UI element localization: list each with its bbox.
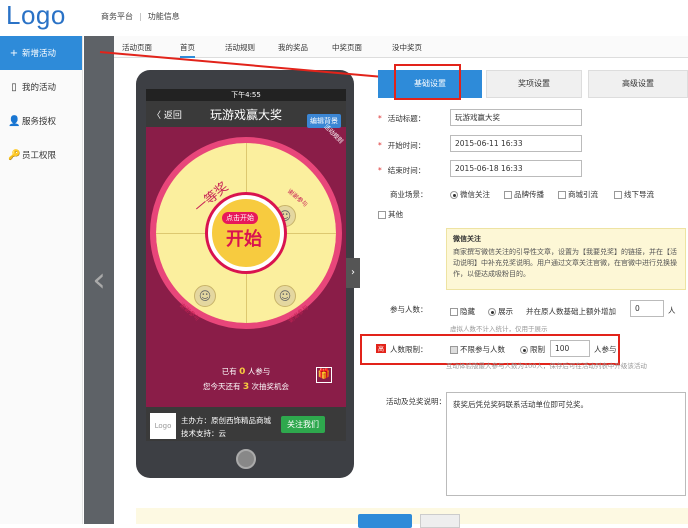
option-label: 微信关注 xyxy=(460,190,490,199)
limit-unit: 人参与 xyxy=(594,345,617,354)
option-label: 隐藏 xyxy=(460,307,475,316)
start-time-label: * 开始时间： xyxy=(378,141,426,150)
tab-prize-settings[interactable]: 奖项设置 xyxy=(486,70,582,98)
unlimited-option[interactable]: 不限参与人数 xyxy=(450,344,505,355)
option-label: 其他 xyxy=(388,210,403,219)
title-label-text: 活动标题： xyxy=(387,114,426,123)
scene-label: 商业场景： xyxy=(390,190,428,199)
participants-show-radio[interactable]: 展示 xyxy=(488,306,513,317)
scene-option-other[interactable]: 其他 xyxy=(378,209,403,220)
participants-hide-radio[interactable]: 隐藏 xyxy=(450,306,475,317)
scene-option-brand[interactable]: 品牌传播 xyxy=(504,189,544,200)
cancel-button[interactable] xyxy=(420,514,460,528)
title-input[interactable]: 玩游戏赢大奖 xyxy=(450,109,582,126)
end-time-label: * 结束时间： xyxy=(378,166,426,175)
tab-advanced-settings[interactable]: 高级设置 xyxy=(588,70,688,98)
checkbox-icon xyxy=(450,308,458,316)
description-label: 活动及兑奖说明： xyxy=(386,397,446,406)
limited-option[interactable]: 限制 xyxy=(520,344,545,355)
note-text: 商家撰写微信关注的引导性文章，设置为【我要兑奖】的链接，并在【活动说明】中补充兑… xyxy=(453,248,677,278)
person-unit: 人 xyxy=(668,306,676,315)
extra-participants-text: 并在原人数基础上额外增加 xyxy=(526,307,616,316)
option-label: 线下导流 xyxy=(624,190,654,199)
end-time-label-text: 结束时间： xyxy=(387,166,426,175)
scene-option-offline[interactable]: 线下导流 xyxy=(614,189,654,200)
checkbox-icon xyxy=(558,191,566,199)
option-label: 商城引流 xyxy=(568,190,598,199)
option-label: 展示 xyxy=(498,307,513,316)
extra-participants-input[interactable]: 0 xyxy=(630,300,664,317)
note-title: 微信关注 xyxy=(453,235,481,243)
description-textarea[interactable]: 获奖后凭兑奖码联系活动单位即可兑奖。 xyxy=(446,392,686,496)
checkbox-icon xyxy=(504,191,512,199)
highlight-box-tab xyxy=(394,64,461,100)
scene-option-mall[interactable]: 商城引流 xyxy=(558,189,598,200)
limit-label: 人数限制： xyxy=(390,345,428,354)
scene-note: 微信关注 商家撰写微信关注的引导性文章，设置为【我要兑奖】的链接，并在【活动说明… xyxy=(446,228,686,290)
checkbox-icon xyxy=(614,191,622,199)
premium-badge: 高 xyxy=(376,344,387,353)
participants-label: 参与人数： xyxy=(390,305,428,314)
start-time-label-text: 开始时间： xyxy=(387,141,426,150)
checkbox-icon xyxy=(450,346,458,354)
title-label: * 活动标题： xyxy=(378,114,426,123)
option-label: 品牌传播 xyxy=(514,190,544,199)
bottom-bar xyxy=(136,508,688,524)
limit-hint: 互动体验版最大参与人数为100人，保存后可在活动列表中升级该活动 xyxy=(446,362,647,370)
start-time-input[interactable]: 2015-06-11 16:33 xyxy=(450,135,582,152)
option-label: 限制 xyxy=(530,345,545,354)
participants-hint: 虚拟人数不计入统计，仅用于展示 xyxy=(450,325,548,333)
scene-option-wechat[interactable]: 微信关注 xyxy=(450,189,490,200)
save-button[interactable] xyxy=(358,514,412,528)
limit-input[interactable]: 100 xyxy=(550,340,590,357)
radio-icon xyxy=(450,191,458,199)
radio-icon xyxy=(520,346,528,354)
option-label: 不限参与人数 xyxy=(460,345,505,354)
end-time-input[interactable]: 2015-06-18 16:33 xyxy=(450,160,582,177)
checkbox-icon xyxy=(378,211,386,219)
radio-icon xyxy=(488,308,496,316)
